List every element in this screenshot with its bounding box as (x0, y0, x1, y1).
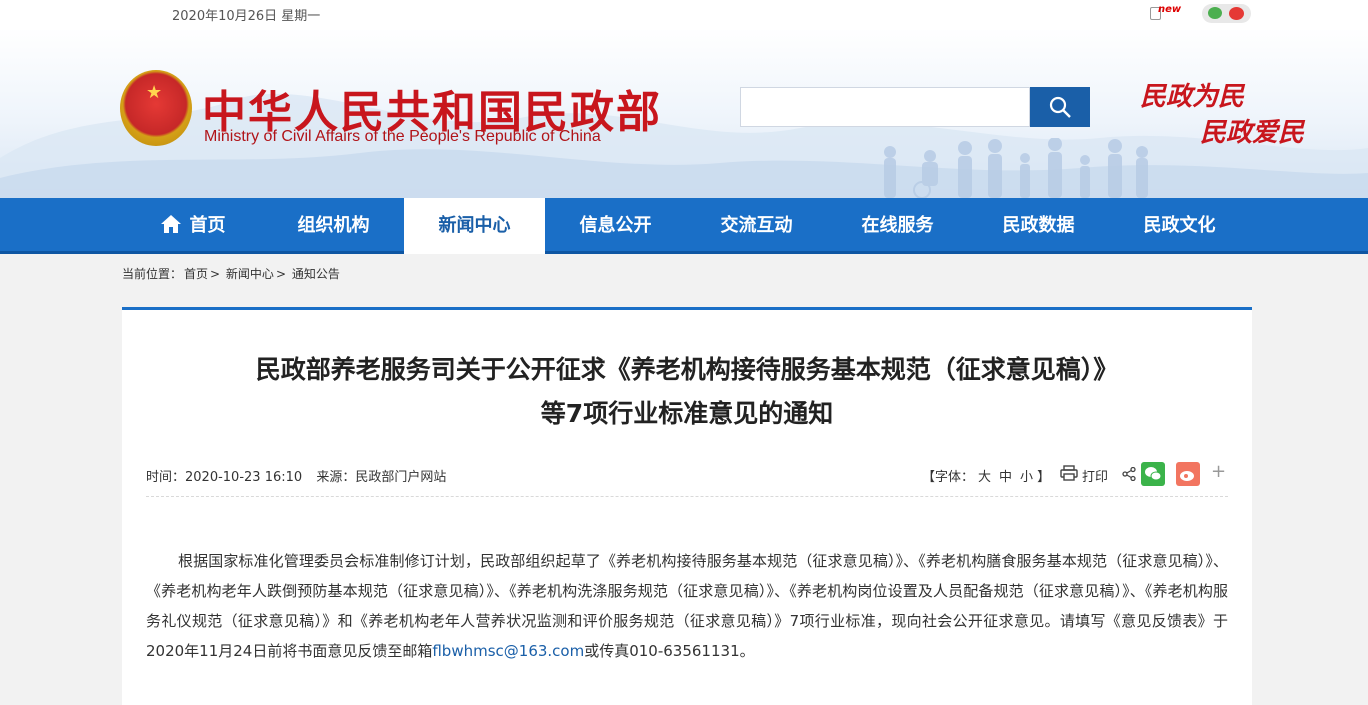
new-icon[interactable]: new (1150, 4, 1181, 22)
print-icon[interactable] (1060, 465, 1078, 481)
print-button[interactable]: 打印 (1082, 466, 1108, 485)
search-input[interactable] (740, 87, 1030, 127)
main-nav: 首页 组织机构 新闻中心 信息公开 交流互动 在线服务 民政数据 民政文化 (0, 198, 1368, 254)
national-emblem: ★ (120, 70, 192, 146)
nav-item-online-services[interactable]: 在线服务 (827, 198, 968, 251)
breadcrumb-link-home[interactable]: 首页 (184, 267, 208, 281)
weibo-icon[interactable] (1229, 7, 1244, 20)
share-wechat-button[interactable] (1141, 462, 1165, 486)
article-body-paragraph: 根据国家标准化管理委员会标准制修订计划，民政部组织起草了《养老机构接待服务基本规… (146, 546, 1228, 666)
nav-item-label: 信息公开 (579, 215, 652, 236)
email-link[interactable]: flbwhmsc@163.com (432, 642, 584, 660)
nav-item-information-disclosure[interactable]: 信息公开 (545, 198, 686, 251)
weibo-icon (1180, 471, 1194, 481)
font-size-selector: 【字体：大中小】 (922, 466, 1050, 485)
breadcrumb-separator: > (210, 267, 221, 281)
nav-item-label: 组织机构 (297, 215, 370, 236)
home-icon (160, 215, 181, 233)
font-size-large[interactable]: 大 (978, 470, 991, 485)
nav-item-label: 民政文化 (1143, 215, 1216, 236)
font-size-medium[interactable]: 中 (999, 470, 1012, 485)
nav-item-label: 民政数据 (1002, 215, 1075, 236)
nav-item-civil-data[interactable]: 民政数据 (968, 198, 1109, 251)
breadcrumb: 当前位置： 首页 > 新闻中心 > 通知公告 (122, 265, 342, 282)
site-title-english: Ministry of Civil Affairs of the People'… (204, 128, 601, 145)
nav-item-organization[interactable]: 组织机构 (263, 198, 404, 251)
breadcrumb-separator: > (275, 267, 286, 281)
nav-item-label: 新闻中心 (438, 215, 511, 236)
article-source: 民政部门户网站 (355, 470, 447, 485)
meta-divider (146, 496, 1228, 497)
current-date: 2020年10月26日 星期一 (172, 9, 321, 24)
article-meta: 时间：2020-10-23 16:10 来源：民政部门户网站 (146, 466, 456, 485)
article-body-text-end: 或传真010-63561131。 (584, 642, 755, 660)
share-icon[interactable] (1122, 467, 1136, 481)
slogan-line-2: 民政爱民 (1200, 118, 1305, 148)
more-share-icon[interactable]: + (1211, 461, 1226, 482)
nav-item-civil-culture[interactable]: 民政文化 (1109, 198, 1250, 251)
new-label: new (1158, 4, 1182, 15)
nav-item-label: 交流互动 (720, 215, 793, 236)
breadcrumb-link-news-center[interactable]: 新闻中心 (226, 267, 274, 281)
breadcrumb-link-notices[interactable]: 通知公告 (292, 267, 340, 281)
article-card: 民政部养老服务司关于公开征求《养老机构接待服务基本规范（征求意见稿）》 等7项行… (122, 307, 1252, 705)
nav-item-news-center[interactable]: 新闻中心 (404, 198, 545, 254)
wechat-icon[interactable] (1208, 7, 1222, 19)
share-weibo-button[interactable] (1176, 462, 1200, 486)
search-button[interactable] (1030, 87, 1090, 127)
source-label: 来源： (316, 470, 356, 485)
social-links (1202, 4, 1251, 23)
search-icon (1049, 96, 1071, 118)
publish-time: 2020-10-23 16:10 (185, 470, 303, 485)
people-silhouette-illustration (884, 138, 1148, 198)
wechat-icon (1145, 467, 1162, 481)
article-title-line-1: 民政部养老服务司关于公开征求《养老机构接待服务基本规范（征求意见稿）》 (255, 355, 1119, 384)
time-label: 时间： (146, 470, 186, 485)
top-bar: 2020年10月26日 星期一 new (0, 0, 1368, 28)
font-size-label: 【字体： (922, 470, 975, 485)
article-title-line-2: 等7项行业标准意见的通知 (540, 399, 834, 428)
nav-item-label: 在线服务 (861, 215, 934, 236)
nav-item-interaction[interactable]: 交流互动 (686, 198, 827, 251)
article-tools: 【字体：大中小】 打印 + (922, 460, 1232, 488)
font-size-label-close: 】 (1037, 470, 1051, 485)
nav-item-label: 首页 (189, 215, 226, 236)
site-header: ★ 中华人民共和国民政部 Ministry of Civil Affairs o… (0, 28, 1368, 198)
slogan-line-1: 民政为民 (1140, 82, 1245, 112)
font-size-small[interactable]: 小 (1020, 470, 1033, 485)
breadcrumb-prefix: 当前位置： (122, 267, 183, 281)
nav-item-home[interactable]: 首页 (122, 198, 263, 251)
